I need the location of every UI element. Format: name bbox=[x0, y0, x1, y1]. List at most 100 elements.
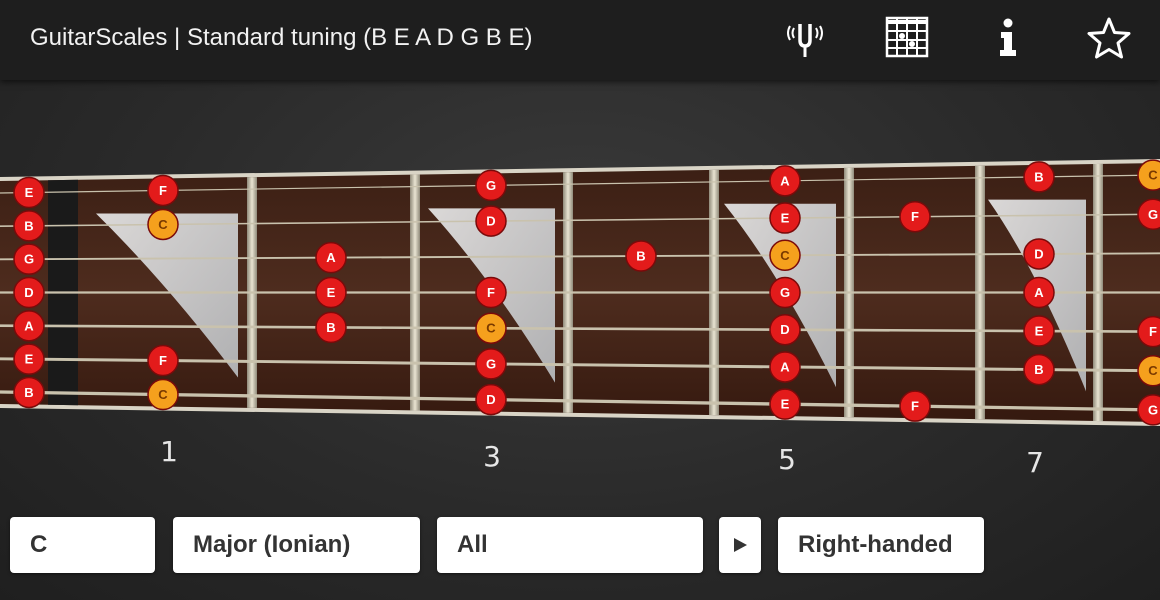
open-string-note[interactable]: D bbox=[13, 276, 45, 309]
star-icon bbox=[1087, 17, 1131, 59]
root-note[interactable]: C bbox=[769, 239, 801, 272]
scale-note[interactable]: D bbox=[475, 383, 507, 416]
handedness-select-value: Right-handed bbox=[798, 531, 953, 558]
note-label: G bbox=[1148, 207, 1158, 222]
fret-number: 7 bbox=[1026, 446, 1044, 479]
note-label: F bbox=[911, 209, 919, 224]
note-label: D bbox=[780, 322, 789, 337]
note-label: B bbox=[326, 320, 335, 335]
chord-chart-button[interactable] bbox=[882, 14, 932, 64]
note-label: B bbox=[1034, 362, 1043, 377]
note-label: B bbox=[24, 385, 33, 400]
note-label: F bbox=[487, 285, 495, 300]
note-label: E bbox=[327, 285, 336, 300]
scale-note[interactable]: E bbox=[769, 202, 801, 234]
scale-note[interactable]: G bbox=[769, 276, 801, 309]
scale-note[interactable]: F bbox=[1137, 315, 1160, 348]
note-label: D bbox=[24, 285, 33, 300]
note-label: B bbox=[636, 249, 645, 264]
scale-note[interactable]: B bbox=[315, 311, 347, 344]
scale-note[interactable]: D bbox=[1023, 238, 1055, 270]
note-label: G bbox=[486, 356, 496, 371]
root-note[interactable]: C bbox=[147, 208, 179, 241]
scale-note[interactable]: B bbox=[625, 240, 657, 272]
note-label: B bbox=[24, 218, 33, 233]
app-title: GuitarScales | Standard tuning (B E A D … bbox=[30, 24, 533, 51]
note-label: E bbox=[781, 211, 790, 226]
fretboard-view: 1 3 5 7 E B G D A E B F G A B C C D E F G A B C D E F G A B C D E F F G A B C… bbox=[0, 159, 1160, 479]
play-button[interactable] bbox=[719, 517, 761, 573]
note-label: A bbox=[24, 318, 34, 333]
root-note[interactable]: C bbox=[1137, 159, 1160, 191]
note-label: C bbox=[486, 321, 496, 336]
position-select-value: All bbox=[457, 531, 488, 558]
note-label: A bbox=[780, 173, 790, 188]
handedness-select[interactable]: Right-handed bbox=[778, 517, 984, 573]
info-button[interactable] bbox=[983, 14, 1033, 64]
scale-note[interactable]: A bbox=[1023, 276, 1055, 309]
key-select-value: C bbox=[30, 531, 48, 558]
note-label: E bbox=[781, 397, 790, 412]
open-string-note[interactable]: A bbox=[13, 310, 45, 342]
note-label: C bbox=[780, 248, 790, 263]
app-bar: GuitarScales | Standard tuning (B E A D … bbox=[0, 0, 1160, 80]
note-label: G bbox=[24, 252, 34, 267]
note-label: G bbox=[486, 178, 496, 193]
root-note[interactable]: C bbox=[147, 378, 179, 411]
note-label: D bbox=[486, 392, 495, 407]
note-label: C bbox=[158, 387, 168, 402]
note-label: D bbox=[1034, 246, 1043, 261]
scale-note[interactable]: F bbox=[475, 276, 507, 309]
note-label: F bbox=[911, 399, 919, 414]
scale-note[interactable]: G bbox=[475, 348, 507, 380]
scale-note[interactable]: F bbox=[899, 390, 931, 422]
note-label: G bbox=[780, 285, 790, 300]
scale-note[interactable]: G bbox=[475, 169, 507, 202]
open-string-note[interactable]: E bbox=[13, 343, 45, 375]
scale-note[interactable]: E bbox=[769, 388, 801, 420]
note-label: A bbox=[326, 250, 336, 265]
root-note[interactable]: C bbox=[475, 312, 507, 344]
note-label: C bbox=[1148, 168, 1158, 183]
open-string-note[interactable]: E bbox=[13, 176, 45, 209]
scale-note[interactable]: E bbox=[1023, 315, 1055, 347]
fret-numbers: 1 3 5 7 bbox=[160, 435, 1044, 479]
tuning-fork-icon bbox=[787, 24, 823, 57]
scale-note[interactable]: G bbox=[1137, 394, 1160, 426]
key-select[interactable]: C bbox=[10, 517, 155, 573]
scale-note[interactable]: D bbox=[475, 205, 507, 237]
note-label: D bbox=[486, 214, 495, 229]
open-string-note[interactable]: B bbox=[13, 210, 45, 242]
scale-note[interactable]: A bbox=[315, 241, 347, 274]
favorite-button[interactable] bbox=[1084, 14, 1134, 64]
note-label: C bbox=[158, 217, 168, 232]
note-label: C bbox=[1148, 363, 1158, 378]
play-icon bbox=[734, 538, 747, 552]
scale-note[interactable]: G bbox=[1137, 198, 1160, 230]
note-label: F bbox=[159, 353, 167, 368]
note-label: E bbox=[1035, 324, 1044, 339]
scale-note[interactable]: B bbox=[1023, 161, 1055, 193]
note-label: E bbox=[25, 185, 34, 200]
note-label: F bbox=[1149, 324, 1157, 339]
note-label: G bbox=[1148, 402, 1158, 417]
scale-note[interactable]: A bbox=[769, 165, 801, 197]
note-label: A bbox=[780, 359, 790, 374]
scale-note[interactable]: F bbox=[147, 344, 179, 377]
fret-number: 5 bbox=[778, 443, 796, 476]
scale-select[interactable]: Major (Ionian) bbox=[173, 517, 420, 573]
position-select[interactable]: All bbox=[437, 517, 703, 573]
open-string-note[interactable]: B bbox=[13, 376, 45, 409]
scale-note[interactable]: D bbox=[769, 313, 801, 346]
scale-note[interactable]: F bbox=[147, 174, 179, 207]
note-label: A bbox=[1034, 285, 1044, 300]
scale-note[interactable]: B bbox=[1023, 353, 1055, 386]
scale-note[interactable]: E bbox=[315, 276, 347, 309]
scale-note[interactable]: F bbox=[899, 200, 931, 233]
note-label: F bbox=[159, 183, 167, 198]
scale-select-value: Major (Ionian) bbox=[193, 531, 351, 558]
root-note[interactable]: C bbox=[1137, 355, 1160, 387]
tuner-button[interactable] bbox=[780, 14, 830, 64]
open-string-note[interactable]: G bbox=[13, 243, 45, 275]
scale-note[interactable]: A bbox=[769, 351, 801, 383]
